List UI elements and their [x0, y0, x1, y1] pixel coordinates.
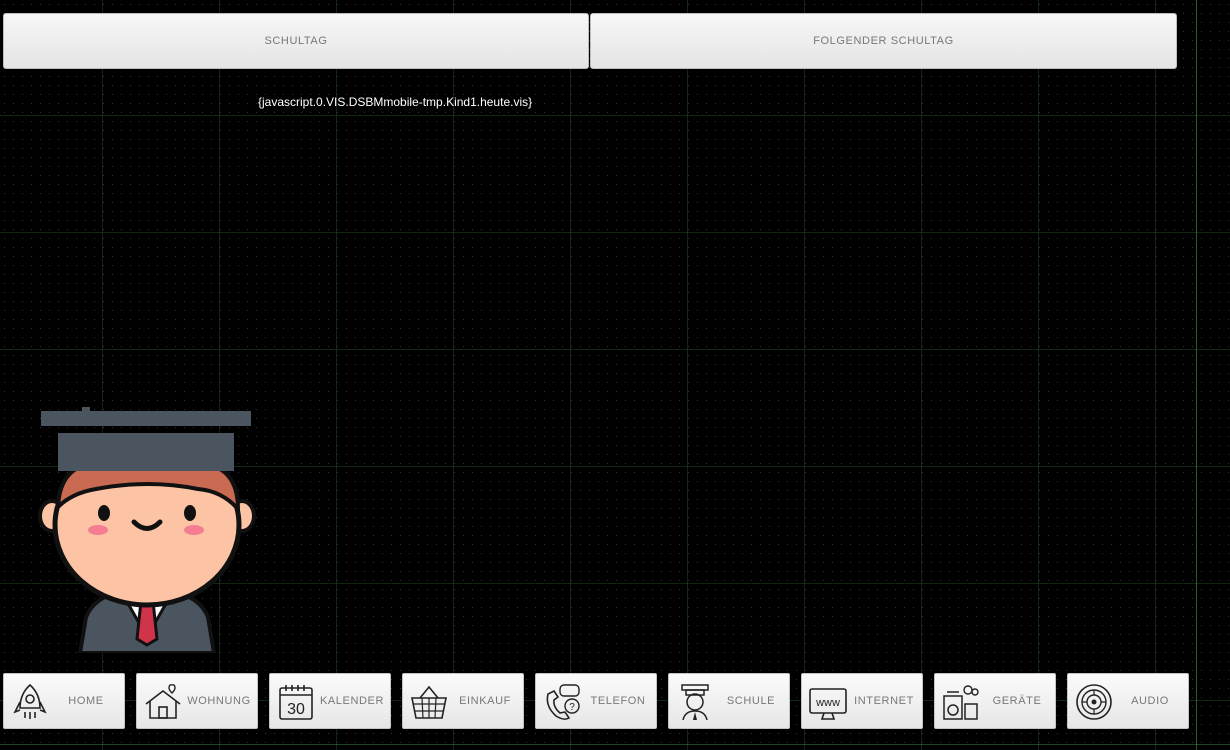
- nav-internet-button[interactable]: www INTERNET: [801, 673, 923, 729]
- nav-audio-label: AUDIO: [1131, 695, 1169, 707]
- student-mascot-image: [38, 407, 256, 653]
- nav-telefon-label: TELEFON: [590, 695, 646, 707]
- nav-schule-button[interactable]: SCHULE: [668, 673, 790, 729]
- nav-wohnung-button[interactable]: WOHNUNG: [136, 673, 258, 729]
- grid-edge-vertical: [1196, 0, 1197, 750]
- calendar-icon: 30: [279, 685, 313, 720]
- nav-geraete-label: GERÄTE: [992, 695, 1042, 707]
- speaker-icon: [1076, 684, 1112, 720]
- nav-kalender-button[interactable]: 30 KALENDER: [269, 673, 391, 729]
- phone-chat-icon: ?: [546, 684, 580, 720]
- nav-einkauf-button[interactable]: EINKAUF: [402, 673, 524, 729]
- basket-icon: [411, 685, 447, 719]
- nav-internet-label: INTERNET: [854, 695, 914, 707]
- svg-text:30: 30: [287, 701, 305, 718]
- schedule-binding-text: {javascript.0.VIS.DSBMmobile-tmp.Kind1.h…: [258, 95, 533, 109]
- schultag-button[interactable]: SCHULTAG: [3, 13, 589, 69]
- nav-schule-label: SCHULE: [726, 695, 776, 707]
- svg-text:?: ?: [569, 702, 575, 713]
- nav-einkauf-label: EINKAUF: [459, 695, 511, 707]
- appliances-icon: [943, 685, 979, 720]
- www-monitor-icon: www: [809, 688, 847, 720]
- grid-edge-horizontal: [0, 744, 1230, 745]
- house-heart-icon: [145, 684, 181, 719]
- folgender-schultag-button[interactable]: FOLGENDER SCHULTAG: [590, 13, 1177, 69]
- nav-audio-button[interactable]: AUDIO: [1067, 673, 1189, 729]
- svg-text:www: www: [815, 697, 840, 709]
- rocket-icon: [13, 683, 47, 719]
- nav-wohnung-label: WOHNUNG: [187, 695, 251, 707]
- student-icon: [681, 684, 709, 721]
- nav-geraete-button[interactable]: GERÄTE: [934, 673, 1056, 729]
- nav-home-button[interactable]: HOME: [3, 673, 125, 729]
- nav-home-label: HOME: [68, 695, 104, 707]
- nav-telefon-button[interactable]: ? TELEFON: [535, 673, 657, 729]
- nav-kalender-label: KALENDER: [319, 695, 385, 707]
